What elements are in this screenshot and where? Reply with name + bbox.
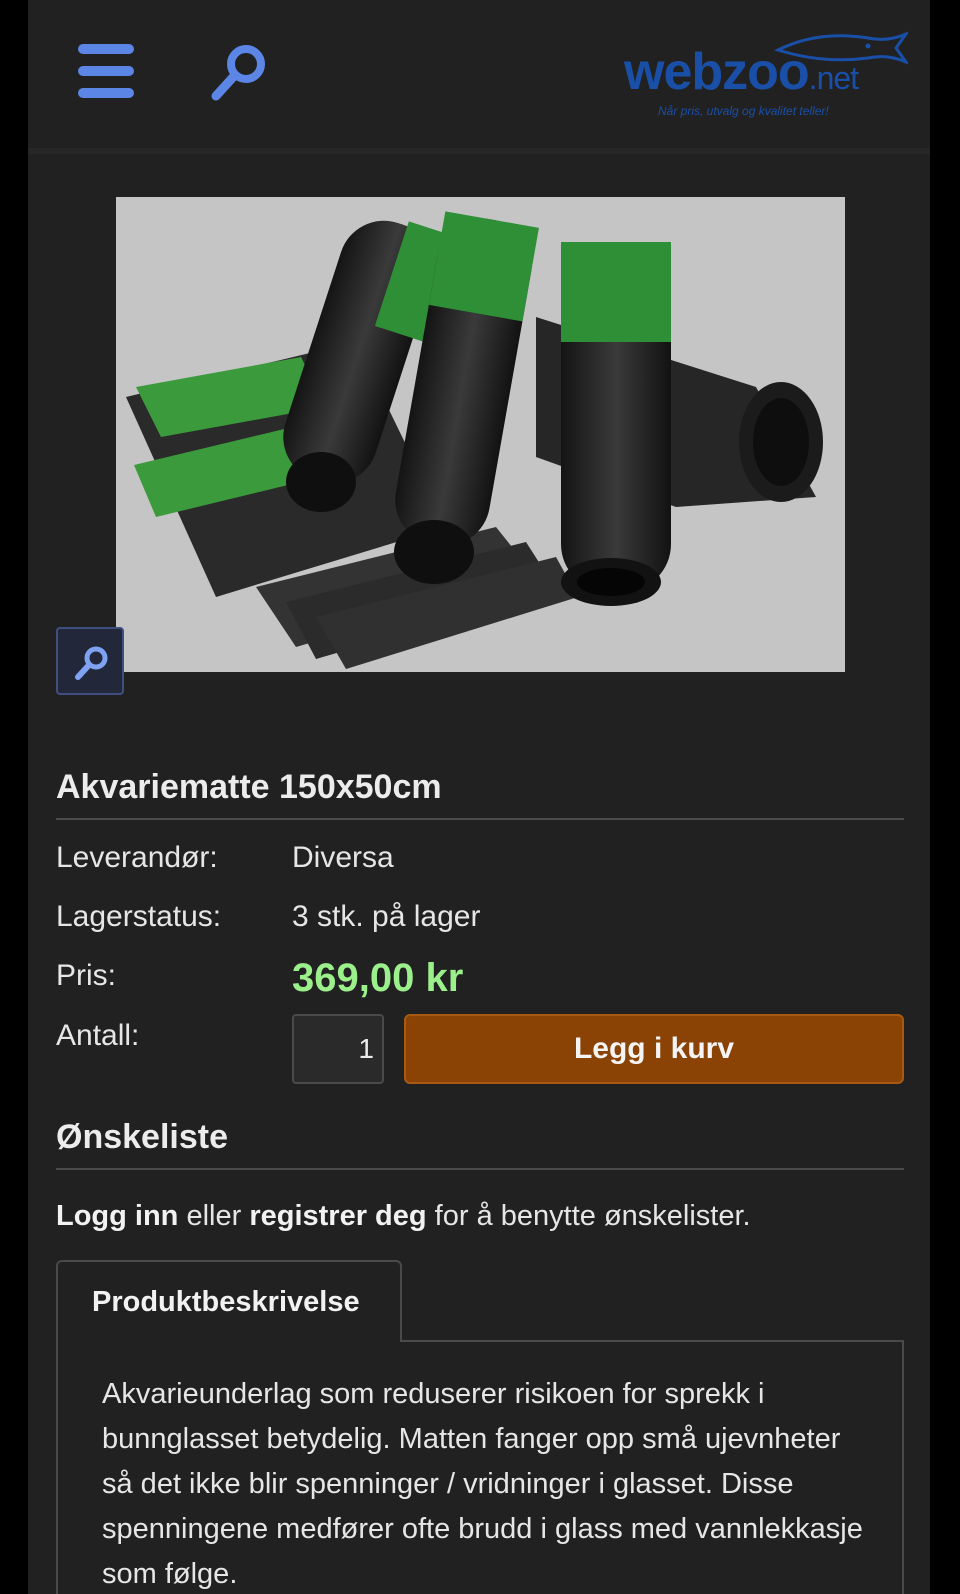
product-description: Akvarieunderlag som reduserer risikoen f… (102, 1378, 863, 1590)
supplier-value: Diversa (292, 841, 394, 874)
image-zoom-button[interactable] (56, 627, 124, 695)
stock-label: Lagerstatus: (56, 900, 222, 933)
logo-text: webzoo.net (624, 43, 859, 101)
tab-label: Produktbeskrivelse (92, 1286, 360, 1318)
product-image[interactable] (116, 197, 845, 672)
wishlist-suffix-text: for å benytte ønskelister. (426, 1200, 751, 1232)
login-link[interactable]: Logg inn (56, 1200, 178, 1232)
logo-tagline: Når pris, utvalg og kvalitet teller! (658, 104, 829, 118)
site-header: webzoo.net Når pris, utvalg og kvalitet … (28, 0, 930, 154)
search-icon[interactable] (208, 40, 272, 104)
wishlist-or-text: eller (178, 1200, 250, 1232)
hamburger-menu-icon[interactable] (78, 42, 136, 100)
supplier-label: Leverandør: (56, 841, 218, 874)
site-logo[interactable]: webzoo.net Når pris, utvalg og kvalitet … (588, 24, 908, 124)
quantity-label: Antall: (56, 1019, 140, 1052)
price-label: Pris: (56, 959, 116, 992)
tab-panel-product-description: Akvarieunderlag som reduserer risikoen f… (56, 1340, 904, 1594)
wishlist-text: Logg inn eller registrer deg for å benyt… (56, 1196, 751, 1236)
page: webzoo.net Når pris, utvalg og kvalitet … (28, 0, 930, 1594)
stock-value: 3 stk. på lager (292, 900, 481, 933)
register-link[interactable]: registrer deg (249, 1200, 426, 1232)
price-value: 369,00 kr (292, 956, 464, 1000)
product-title: Akvariematte 150x50cm (56, 764, 904, 820)
wishlist-heading: Ønskeliste (56, 1114, 904, 1170)
zoom-icon (75, 646, 108, 680)
tab-product-description[interactable]: Produktbeskrivelse (56, 1260, 402, 1342)
quantity-input[interactable] (292, 1014, 384, 1084)
add-to-cart-button[interactable]: Legg i kurv (404, 1014, 904, 1084)
